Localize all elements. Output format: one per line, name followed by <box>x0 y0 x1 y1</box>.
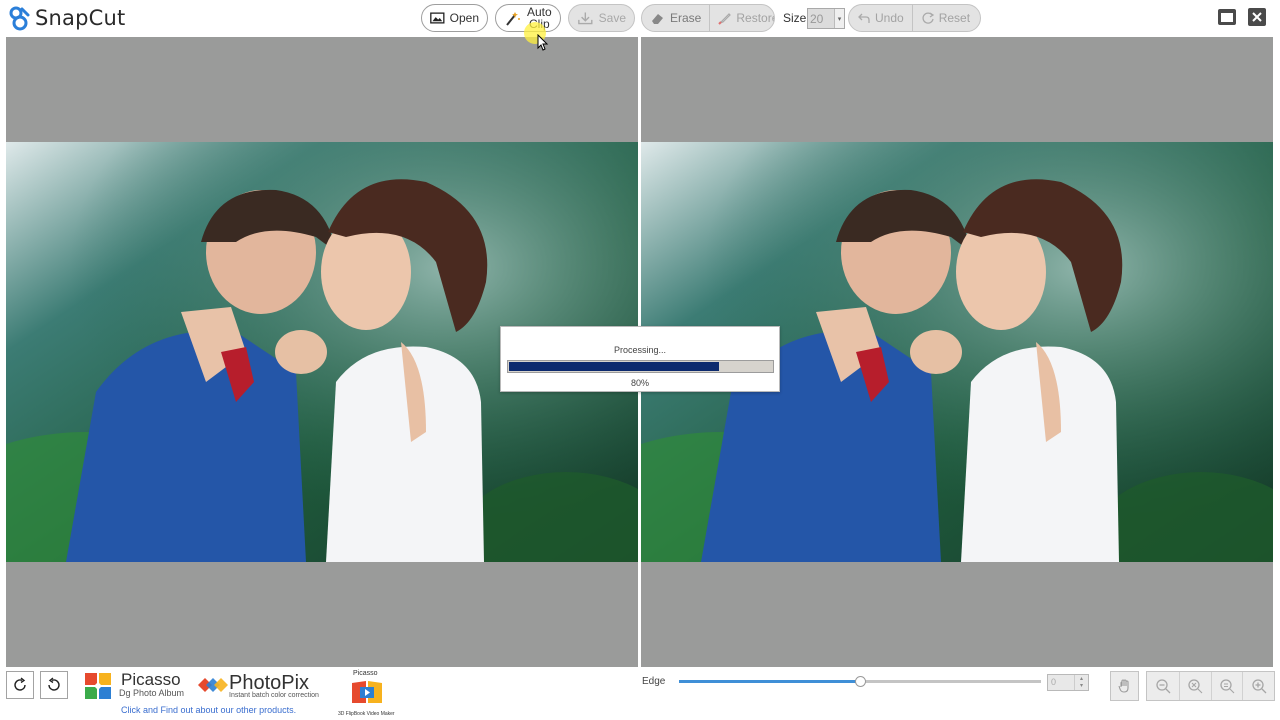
edge-slider-fill <box>679 680 860 683</box>
chevron-down-icon[interactable]: ▾ <box>834 9 844 28</box>
undo-icon <box>858 13 870 23</box>
pan-button[interactable] <box>1110 671 1139 701</box>
erase-restore-group: Erase Restore <box>641 4 775 32</box>
progress-bar <box>507 360 774 373</box>
hand-icon <box>1117 679 1129 693</box>
promo3-subtitle: 3D FlipBook Video Maker <box>338 711 395 717</box>
processing-message: Processing... <box>613 345 667 355</box>
promo3-title: Picasso <box>353 670 378 677</box>
brush-size-value: 20 <box>808 9 834 28</box>
snapcut-logo-icon <box>9 6 30 31</box>
undo-label: Undo <box>875 11 904 25</box>
stepper-arrows-icon[interactable]: ▴ ▾ <box>1074 675 1088 690</box>
size-label: Size <box>783 11 807 25</box>
zoom-actual-button[interactable] <box>1210 672 1243 700</box>
edge-slider-thumb[interactable] <box>855 676 866 687</box>
rotate-cw-button[interactable] <box>6 671 34 699</box>
processing-dialog: Processing... 80% <box>500 326 780 392</box>
edge-value: 0 <box>1051 677 1057 687</box>
photopix-logo-icon <box>198 678 228 692</box>
image-icon <box>430 12 445 24</box>
save-button[interactable]: Save <box>568 4 635 32</box>
save-label: Save <box>598 11 626 25</box>
zoom-fit-icon <box>1188 679 1203 694</box>
zoom-out-button[interactable] <box>1147 672 1179 700</box>
reset-icon <box>922 12 934 24</box>
save-icon <box>578 12 593 25</box>
edge-label: Edge <box>642 676 666 687</box>
app-logo: SnapCut <box>6 4 125 32</box>
zoom-fit-button[interactable] <box>1178 672 1211 700</box>
flipbook-logo-icon <box>352 681 382 703</box>
other-products-link[interactable]: Click and Find out about our other produ… <box>121 705 296 715</box>
erase-button[interactable]: Erase <box>642 5 709 31</box>
reset-label: Reset <box>938 11 971 25</box>
app-name: SnapCut <box>35 6 126 30</box>
magic-wand-icon <box>506 12 520 26</box>
edge-slider[interactable] <box>679 676 1041 687</box>
undo-button[interactable]: Undo <box>849 5 912 31</box>
promo-flipbook[interactable]: Picasso 3D FlipBook Video Maker <box>336 669 398 718</box>
undo-reset-group: Undo Reset <box>848 4 981 32</box>
open-label: Open <box>449 11 479 25</box>
restore-brush-icon <box>718 13 732 25</box>
promo-picasso-album[interactable]: Picasso Dg Photo Album <box>84 670 194 703</box>
restore-label: Restore <box>736 11 775 25</box>
rotate-ccw-icon <box>48 677 60 691</box>
bottom-bar: Picasso Dg Photo Album PhotoPix Instant … <box>0 668 1280 720</box>
zoom-controls <box>1146 671 1275 701</box>
maximize-icon[interactable] <box>1217 7 1237 27</box>
zoom-in-icon <box>1251 679 1267 694</box>
rotate-ccw-button[interactable] <box>40 671 68 699</box>
eraser-icon <box>652 14 663 24</box>
promo1-title: Picasso <box>121 670 181 689</box>
picasso-logo-icon <box>85 673 111 699</box>
brush-size-stepper[interactable]: 20 ▾ <box>807 8 845 29</box>
edge-stepper[interactable]: 0 ▴ ▾ <box>1047 674 1089 691</box>
promo1-subtitle: Dg Photo Album <box>119 688 185 698</box>
progress-percent: 80% <box>630 378 649 388</box>
zoom-out-icon <box>1156 679 1171 694</box>
zoom-in-button[interactable] <box>1242 672 1274 700</box>
rotate-cw-icon <box>14 677 26 691</box>
mouse-pointer-icon <box>537 34 549 51</box>
close-icon[interactable] <box>1247 7 1267 27</box>
restore-button[interactable]: Restore <box>709 5 775 31</box>
erase-label: Erase <box>670 11 702 25</box>
open-button[interactable]: Open <box>421 4 488 32</box>
promo-photopix[interactable]: PhotoPix Instant batch color correction <box>198 671 324 703</box>
reset-button[interactable]: Reset <box>911 5 978 31</box>
zoom-actual-icon <box>1220 679 1235 694</box>
progress-fill <box>509 362 719 371</box>
toolbar: SnapCut Open Auto Clip Save E <box>0 0 1280 36</box>
promo2-subtitle: Instant batch color correction <box>229 692 319 699</box>
